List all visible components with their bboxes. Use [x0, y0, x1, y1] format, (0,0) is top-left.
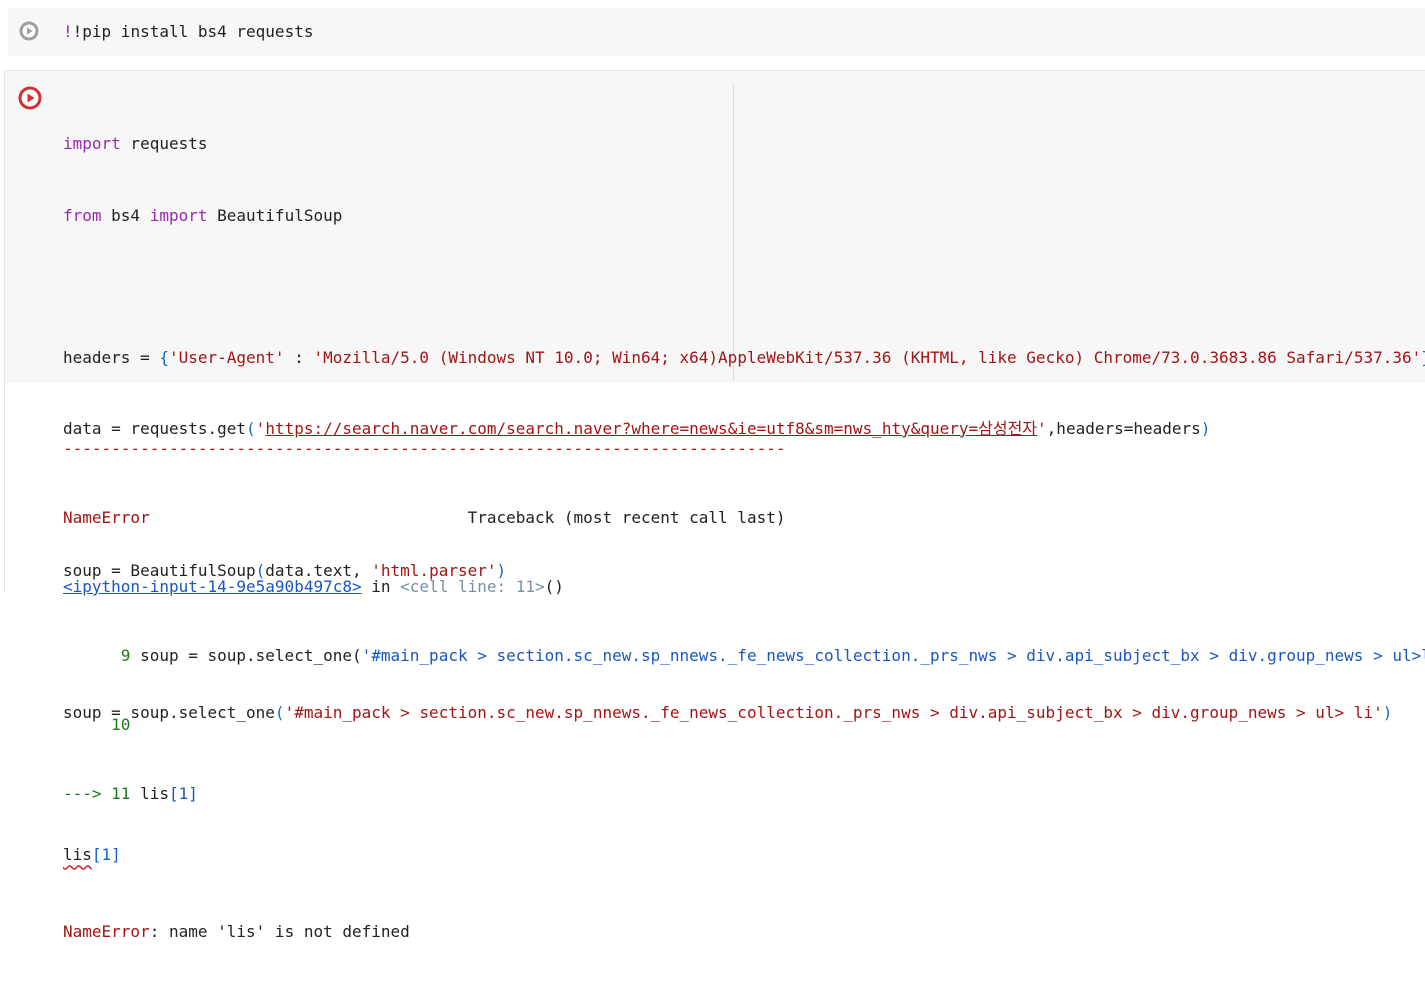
output-blank-line: [63, 851, 1425, 874]
traceback-line: 10: [63, 713, 1425, 736]
code-token: headers =: [63, 347, 160, 367]
shell-bang: !: [63, 22, 73, 41]
code-token: :: [284, 347, 314, 367]
call-parens: (): [544, 577, 564, 596]
code-line: from bs4 import BeautifulSoup: [63, 204, 1425, 228]
brace: {: [159, 347, 169, 367]
code-cell-pip-install[interactable]: !!pip install bs4 requests: [8, 8, 1425, 56]
traceback-location: <ipython-input-14-9e5a90b497c8> in <cell…: [63, 575, 1425, 598]
cell-gutter: [5, 71, 55, 383]
cell-line-ref: <cell line: 11>: [400, 577, 545, 596]
string-literal: 'Mozilla/5.0 (Windows NT 10.0; Win64; x6…: [313, 347, 1422, 367]
code-token: bs4: [101, 205, 150, 225]
traceback-code: soup = soup.select_one(: [140, 646, 362, 665]
traceback-subscript: [1]: [168, 784, 198, 803]
code-line: import requests: [63, 132, 1425, 156]
traceback-string: '#main_pack > section.sc_new.sp_nnews._f…: [361, 646, 1425, 665]
traceback-separator: ----------------------------------------…: [63, 439, 786, 458]
error-name: NameError: [63, 508, 150, 527]
error-text: : name 'lis' is not defined: [149, 922, 410, 941]
keyword: import: [149, 205, 208, 225]
string-literal: 'User-Agent': [168, 347, 285, 367]
brace: }: [1421, 348, 1425, 367]
ipython-input-link[interactable]: <ipython-input-14-9e5a90b497c8>: [63, 577, 362, 596]
keyword: from: [63, 205, 102, 225]
traceback-label: Traceback (most recent call last): [149, 508, 786, 527]
cell-output: ----------------------------------------…: [63, 391, 1425, 989]
code-cell-scraper[interactable]: import requests from bs4 import Beautifu…: [4, 70, 1425, 941]
pip-command: !pip install bs4 requests: [72, 22, 314, 41]
code-token: BeautifulSoup: [207, 205, 343, 225]
run-cell-error-icon[interactable]: [18, 86, 42, 110]
line-number: 9: [63, 646, 141, 665]
keyword: import: [63, 134, 121, 154]
error-message: NameError: name 'lis' is not defined: [63, 920, 1425, 943]
code-line: headers = {'User-Agent' : 'Mozilla/5.0 (…: [63, 346, 1425, 370]
error-name: NameError: [63, 922, 150, 941]
traceback-line: 9 soup = soup.select_one('#main_pack > s…: [63, 644, 1425, 667]
error-arrow: ---> 11: [63, 784, 141, 803]
in-word: in: [361, 577, 401, 596]
traceback-header: NameError Traceback (most recent call la…: [63, 506, 1425, 529]
cell-code-text[interactable]: !!pip install bs4 requests: [63, 21, 313, 43]
run-cell-icon[interactable]: [19, 21, 39, 41]
line-number: 10: [63, 715, 131, 734]
traceback-line-error: ---> 11 lis[1]: [63, 782, 1425, 805]
code-token: requests: [120, 134, 208, 154]
traceback-code: lis: [140, 784, 169, 803]
